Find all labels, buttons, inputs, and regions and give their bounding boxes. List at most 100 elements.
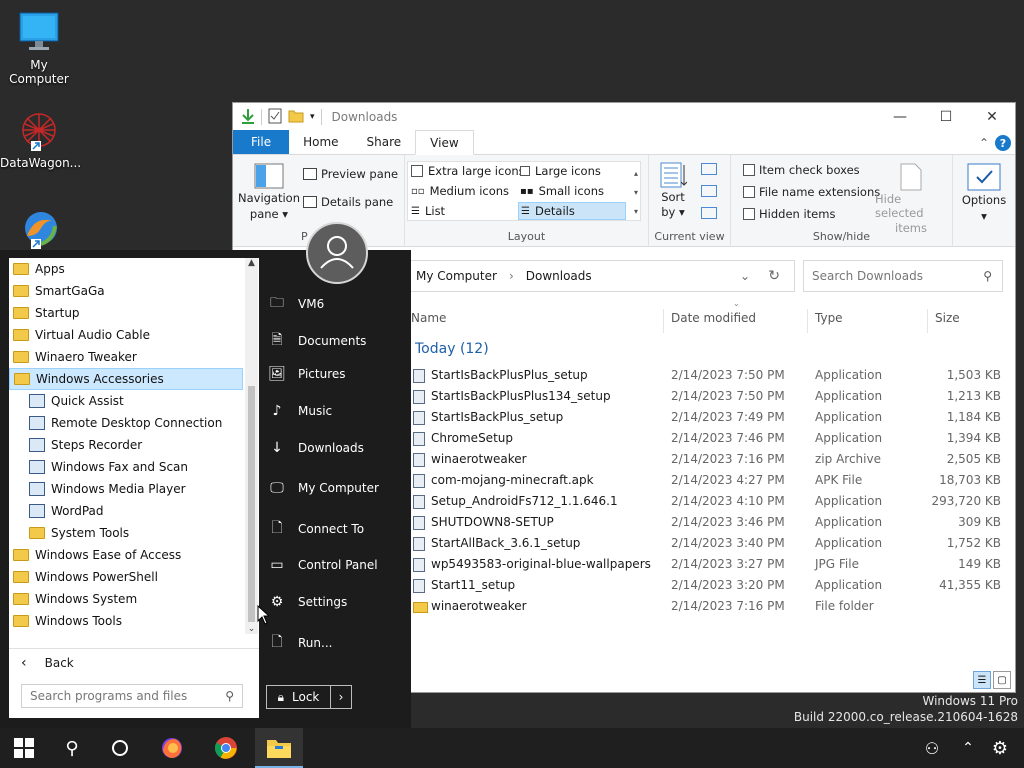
tab-share[interactable]: Share [353,130,416,154]
new-folder-icon[interactable] [288,109,304,126]
desktop-icon-my-computer[interactable]: My Computer [0,10,78,86]
customize-toolbar-icon[interactable]: ▾ [310,112,315,122]
layout-large-icons[interactable]: Large icons [520,164,601,178]
file-row[interactable]: Start11_setup 2/14/2023 3:20 PM Applicatio… [409,575,1009,596]
help-icon[interactable]: ? [995,135,1011,151]
desktop-icon-datawagon[interactable]: DataWagon... [0,108,81,170]
chevron-up-icon[interactable]: ⌃ [979,136,989,150]
start-button[interactable] [0,728,48,768]
hide-selected-items-button[interactable]: Hide selected items [875,163,947,235]
place-pictures[interactable]: 🖼 Pictures [268,366,345,382]
place-documents[interactable]: 🗎 Documents [268,329,366,353]
layout-details[interactable]: ☰ Details [518,202,626,220]
file-row[interactable]: StartIsBackPlusPlus134_setup 2/14/2023 7:… [409,386,1009,407]
sort-by-button[interactable]: Sort by ▾ [657,161,689,219]
scroll-down-icon[interactable]: ⌄ [245,624,258,634]
file-row[interactable]: Setup_AndroidFs712_1.1.646.1 2/14/2023 4:… [409,491,1009,512]
file-row[interactable]: com-mojang-minecraft.apk 2/14/2023 4:27 P… [409,470,1009,491]
program-list-scrollbar[interactable]: ▲ ⌄ [245,258,258,634]
taskbar-file-explorer[interactable] [255,728,303,768]
hidden-items-toggle[interactable]: Hidden items [743,207,835,221]
place-my-computer[interactable]: 🖵 My Computer [268,480,379,496]
program-folder[interactable]: Windows System [9,588,243,610]
preview-pane-button[interactable]: Preview pane [303,167,398,181]
file-row[interactable]: ChromeSetup 2/14/2023 7:46 PM Application 1… [409,428,1009,449]
program-folder[interactable]: Windows Ease of Access [9,544,243,566]
program-folder[interactable]: Virtual Audio Cable [9,324,243,346]
address-bar[interactable]: My Computer › Downloads ⌄ ↻ [403,260,795,292]
program-folder[interactable]: Windows PowerShell [9,566,243,588]
back-button[interactable]: ‹ Back [9,648,259,676]
layout-list[interactable]: ☰ List [411,204,445,218]
properties-icon[interactable] [268,108,282,127]
minimize-button[interactable]: — [877,103,923,131]
program-folder[interactable]: System Tools [9,522,243,544]
place-music[interactable]: ♪ Music [268,403,333,419]
group-by-icon[interactable] [701,163,717,175]
layout-small-icons[interactable]: ▪▪ Small icons [520,184,604,198]
user-avatar[interactable] [306,222,368,284]
program-folder[interactable]: SmartGaGa [9,280,243,302]
place-control-panel[interactable]: ▭ Control Panel [268,557,377,573]
taskbar-firefox[interactable] [148,728,196,768]
power-options-chevron-icon[interactable]: › [331,690,351,704]
program-folder[interactable]: Windows Accessories [9,368,243,390]
lock-button[interactable]: 🔒︎ Lock › [266,685,352,709]
column-type[interactable]: Type [815,311,843,325]
address-dropdown-icon[interactable]: ⌄ [740,269,750,283]
program-folder[interactable]: Winaero Tweaker [9,346,243,368]
program-item[interactable]: Quick Assist [9,390,243,412]
file-row[interactable]: winaerotweaker 2/14/2023 7:16 PM File fold… [409,596,1009,617]
large-icons-view-button[interactable]: ▢ [993,671,1011,689]
group-header-today[interactable]: Today (12) [415,341,489,357]
size-columns-icon[interactable] [701,207,717,219]
breadcrumb-my-computer[interactable]: My Computer [416,269,497,283]
refresh-icon[interactable]: ↻ [768,268,780,284]
column-size[interactable]: Size [935,311,960,325]
program-item[interactable]: Windows Fax and Scan [9,456,243,478]
program-item[interactable]: Windows Media Player [9,478,243,500]
program-item[interactable]: Steps Recorder [9,434,243,456]
file-row[interactable]: StartIsBackPlus_setup 2/14/2023 7:49 PM Ap… [409,407,1009,428]
program-search-box[interactable]: Search programs and files ⚲ [21,684,243,708]
program-item[interactable]: WordPad [9,500,243,522]
options-button[interactable]: Options ▾ [961,163,1007,223]
task-view-button[interactable] [96,728,144,768]
navigation-pane-button[interactable]: Navigation pane ▾ [238,163,300,221]
program-folder[interactable]: Windows Tools [9,610,243,632]
taskbar-chrome[interactable] [202,728,250,768]
place-settings[interactable]: ⚙ Settings [268,594,348,610]
scroll-up-icon[interactable]: ▲ [245,258,258,268]
breadcrumb-downloads[interactable]: Downloads [526,269,592,283]
file-row[interactable]: winaerotweaker 2/14/2023 7:16 PM zip Archi… [409,449,1009,470]
file-name-extensions-toggle[interactable]: File name extensions [743,185,880,199]
tab-home[interactable]: Home [289,130,352,154]
file-row[interactable]: StartIsBackPlusPlus_setup 2/14/2023 7:50 … [409,365,1009,386]
file-row[interactable]: SHUTDOWN8-SETUP 2/14/2023 3:46 PM Applicat… [409,512,1009,533]
item-check-boxes-toggle[interactable]: Item check boxes [743,163,860,177]
add-columns-icon[interactable] [701,185,717,197]
tab-view[interactable]: View [415,130,474,155]
details-view-button[interactable]: ☰ [973,671,991,689]
column-name[interactable]: Name [411,311,446,325]
program-folder[interactable]: Startup [9,302,243,324]
program-folder[interactable]: Apps [9,258,243,280]
close-button[interactable]: ✕ [969,103,1015,131]
search-input[interactable]: Search Downloads [812,269,923,283]
taskbar-search-button[interactable]: ⚲ [48,728,96,768]
search-box[interactable]: Search Downloads ⚲ [803,260,1003,292]
file-row[interactable]: StartAllBack_3.6.1_setup 2/14/2023 3:40 P… [409,533,1009,554]
layout-extra-large-icons[interactable]: Extra large icons [411,164,525,178]
layout-scroll[interactable]: ▴ ▾ ▾ [634,164,638,221]
program-search-input[interactable]: Search programs and files [30,689,187,703]
scrollbar-thumb[interactable] [248,386,255,622]
program-item[interactable]: Remote Desktop Connection [9,412,243,434]
column-date-modified[interactable]: Date modified [671,311,756,325]
download-arrow-icon[interactable] [241,108,255,127]
place-vm6[interactable]: 🗀 VM6 [268,292,324,316]
layout-medium-icons[interactable]: ▫▫ Medium icons [411,184,509,198]
place-downloads[interactable]: ↓ Downloads [268,440,364,456]
desktop-icon-app[interactable] [0,206,78,254]
tab-file[interactable]: File [233,130,290,154]
place-run[interactable]: 🗋 Run... [268,631,332,655]
